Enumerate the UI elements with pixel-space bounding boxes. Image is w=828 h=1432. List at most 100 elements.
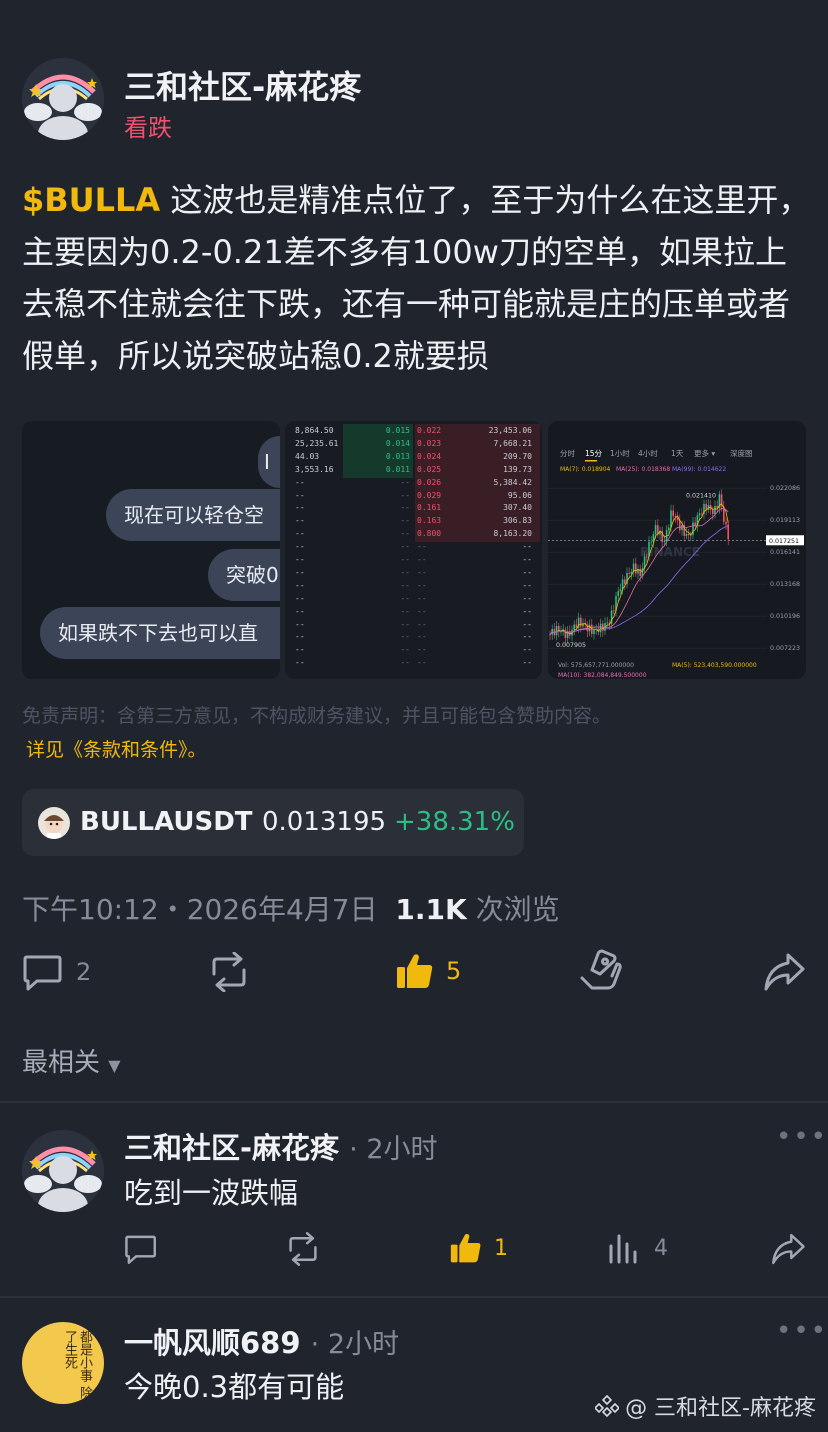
chart-timeframe-tab: 分时 [560, 448, 575, 458]
coin-price-chip[interactable]: BULLAUSDT 0.013195 +38.31% [22, 789, 524, 856]
orderbook-ask-volume: -- [522, 632, 532, 642]
comment-like-button[interactable]: 1 [450, 1232, 508, 1264]
comment-repost-button[interactable] [284, 1232, 322, 1266]
like-button[interactable]: 5 [396, 952, 461, 990]
candle-body [628, 573, 630, 574]
chart-timeframe-tab: 1天 [671, 449, 684, 458]
candle-body [575, 624, 578, 628]
commenter-avatar[interactable] [22, 1130, 104, 1212]
avatar-image [22, 58, 104, 140]
repost-button[interactable] [206, 952, 252, 992]
orderbook-bid-price: -- [400, 555, 410, 564]
orderbook-bid-volume: -- [295, 555, 305, 564]
chart-price-label: 0.013168 [770, 581, 800, 588]
orderbook-ask-price: 0.029 [417, 490, 442, 500]
candle-body [687, 534, 690, 536]
candle-body [698, 513, 701, 516]
post-image-chat[interactable]: I 现在可以轻仓空 突破0 如果跌不下去也可以直 [22, 421, 280, 679]
orderbook-ask-price: 0.025 [417, 464, 442, 474]
sort-dropdown[interactable]: 最相关 ▼ [22, 1042, 121, 1079]
commenter-name[interactable]: 三和社区-麻花疼 [124, 1131, 339, 1165]
orderbook-bid-volume: -- [295, 645, 305, 655]
terms-link[interactable]: 详见《条款和条件》。 [26, 735, 207, 762]
coin-icon [38, 807, 70, 839]
orderbook-ask-price: -- [417, 645, 427, 655]
orderbook-ask-volume: 95.06 [507, 490, 532, 500]
chart-ma-label: MA(99): 0.014622 [672, 466, 726, 473]
candle-body [624, 579, 626, 584]
author-name[interactable]: 三和社区-麻花疼 [124, 62, 361, 108]
chat-bubble: 如果跌不下去也可以直 [40, 607, 280, 659]
chart-timeframe-tab: 15分 [585, 449, 603, 458]
orderbook-bid-price: -- [400, 490, 410, 500]
watermark: @ 三和社区-麻花疼 [595, 1390, 816, 1422]
share-icon [772, 1233, 805, 1265]
orderbook-ask-price: 0.024 [417, 451, 442, 461]
active-tab-indicator [585, 460, 597, 462]
orderbook-bid-price: -- [400, 619, 410, 629]
orderbook-ask-volume: -- [522, 619, 532, 629]
candle-body [685, 534, 688, 536]
candle-body [654, 525, 657, 535]
orderbook-bid-volume: -- [295, 490, 305, 500]
candle-body [650, 541, 652, 543]
orderbook-ask-volume: -- [522, 567, 532, 577]
avatar-calligraphy: 都是小事 除了生死 [62, 1330, 92, 1400]
chart-price-label: 0.022086 [770, 485, 800, 492]
comment-icon [125, 1235, 156, 1264]
candle-body [573, 624, 575, 630]
orderbook-bid-price: 0.014 [385, 438, 410, 448]
author-avatar[interactable] [22, 58, 104, 140]
view-label: 次浏览 [475, 893, 560, 926]
ticker-link[interactable]: $BULLA [22, 181, 160, 219]
orderbook-bid-volume: 44.03 [295, 451, 320, 461]
chart-volume-ma10-label: MA(10): 382,084,849.500000 [558, 672, 647, 679]
chart-price-label: 0.007223 [770, 645, 800, 652]
orderbook-bid-price: -- [400, 529, 410, 539]
orderbook-bid-volume: 25,235.61 [295, 438, 339, 448]
orderbook-ask-price: -- [417, 658, 427, 668]
candle-body [705, 503, 707, 510]
comment-header: 一帆风顺689 · 2小时 [124, 1320, 399, 1362]
thumbs-up-icon [397, 954, 433, 988]
comment-text: 今晚0.3都有可能 [124, 1370, 345, 1404]
commenter-avatar[interactable]: 都是小事 除了生死 [22, 1322, 104, 1404]
sort-label: 最相关 [22, 1048, 101, 1078]
chart-timeframe-tab: 1小时 [610, 448, 630, 458]
orderbook-bid-volume: -- [295, 580, 305, 590]
orderbook-bid-volume: -- [295, 503, 305, 513]
candle-body [663, 541, 666, 542]
commenter-name[interactable]: 一帆风顺689 [124, 1326, 301, 1360]
orderbook-ask-volume: -- [522, 645, 532, 655]
more-options-icon[interactable]: ••• [776, 1122, 828, 1152]
orderbook-ask-volume: 5,384.42 [493, 477, 532, 487]
orderbook-ask-volume: -- [522, 593, 532, 603]
tip-button[interactable] [578, 948, 622, 994]
more-options-icon[interactable]: ••• [776, 1316, 828, 1346]
orderbook-bid-price: -- [400, 593, 410, 603]
orderbook-ask-price: -- [417, 619, 427, 629]
comment-button[interactable]: 2 [22, 952, 91, 992]
orderbook-bid-price: -- [400, 645, 410, 655]
chart-ma-label: MA(25): 0.018368 [616, 466, 670, 473]
orderbook-bid-price: -- [400, 516, 410, 526]
candle-body [599, 623, 602, 633]
candle-body [712, 509, 714, 514]
orderbook-bid-price: -- [400, 567, 410, 577]
orderbook-ask-price: 0.026 [417, 477, 442, 487]
orderbook-bid-price: -- [400, 606, 410, 616]
comment-reply-button[interactable] [124, 1232, 158, 1266]
chart-price-label: 0.016141 [770, 549, 800, 556]
share-button[interactable] [762, 952, 806, 992]
comment-share-button[interactable] [770, 1232, 806, 1266]
watermark-text: @ 三和社区-麻花疼 [625, 1396, 816, 1421]
candle-body [549, 634, 551, 636]
post-timestamp: 下午10:12・2026年4月7日 [22, 893, 378, 926]
chat-bubble: 突破0 [208, 549, 280, 601]
comment-text: 吃到一波跌幅 [124, 1176, 299, 1210]
post-image-orderbook[interactable]: 8,864.50 0.015 0.022 23,453.06 25,235.61 0.01… [285, 421, 542, 679]
section-divider [0, 1101, 828, 1103]
post-image-kline[interactable]: 分时 15分 1小时 4小时 1天 更多 ▾ 深度图 MA(7): 0.018904 MA(25… [548, 421, 806, 679]
sentiment-tag: 看跌 [124, 114, 172, 142]
orderbook-bid-volume: 8,864.50 [295, 426, 334, 435]
